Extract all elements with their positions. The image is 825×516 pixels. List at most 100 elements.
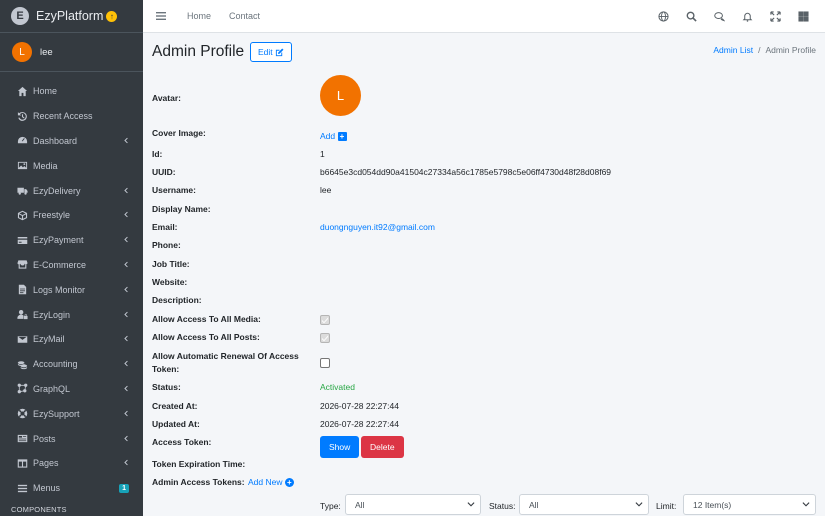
sidebar-item-menus[interactable]: Menus 1 [0, 476, 143, 501]
sidebar-item-ezymail[interactable]: EzyMail [0, 327, 143, 352]
sidebar-item-recent-access[interactable]: Recent Access [0, 104, 143, 129]
allow-media-checkbox[interactable] [320, 315, 330, 325]
sidebar-item-media[interactable]: Media [0, 153, 143, 178]
chevron-left-icon [122, 434, 129, 444]
fullscreen-icon[interactable] [761, 0, 789, 33]
sidebar-item-ezydelivery[interactable]: EzyDelivery [0, 178, 143, 203]
sidebar-item-label: Home [33, 86, 58, 97]
sidebar-item-pages[interactable]: Pages [0, 451, 143, 476]
sidebar-item-label: Pages [33, 458, 59, 469]
limit-filter-select[interactable]: 12 Item(s) [683, 494, 816, 515]
limit-filter-value: 12 Item(s) [693, 499, 732, 510]
truck-icon [16, 185, 28, 197]
phone-label: Phone: [152, 240, 181, 250]
sidebar-item-freestyle[interactable]: Freestyle [0, 203, 143, 228]
id-value: 1 [320, 149, 325, 159]
support-icon [16, 408, 28, 420]
sidebar: E EzyPlatform ↑ L lee Home Recent Access D… [0, 0, 143, 516]
sidebar-item-label: Posts [33, 433, 56, 444]
top-link-contact[interactable]: Contact [229, 11, 260, 21]
search-icon[interactable] [677, 0, 705, 33]
sidebar-nav: Home Recent Access Dashboard Media EzyDelive… [0, 72, 143, 501]
grid-icon[interactable] [789, 0, 817, 33]
check-icon [322, 317, 328, 324]
sidebar-item-logs-monitor[interactable]: Logs Monitor [0, 277, 143, 302]
display-name-label: Display Name: [152, 204, 211, 214]
menu-icon [16, 482, 28, 494]
chevron-left-icon [122, 186, 129, 196]
sidebar-item-ezysupport[interactable]: EzySupport [0, 401, 143, 426]
page-title: Admin Profile [152, 43, 245, 60]
brand[interactable]: E EzyPlatform ↑ [0, 0, 143, 33]
sidebar-item-accounting[interactable]: Accounting [0, 352, 143, 377]
brand-logo-icon: E [11, 7, 29, 25]
auto-renewal-label-line1: Allow Automatic Renewal Of Access [152, 351, 299, 361]
username-value: lee [320, 185, 332, 195]
image-icon [16, 160, 28, 172]
breadcrumb-current: Admin Profile [765, 45, 816, 55]
allow-media-label: Allow Access To All Media: [152, 314, 261, 324]
type-filter-value: All [355, 499, 365, 510]
limit-filter-label: Limit: [656, 501, 677, 511]
email-value[interactable]: duongnguyen.it92@gmail.com [320, 221, 435, 234]
pages-icon [16, 457, 28, 469]
globe-icon[interactable] [649, 0, 677, 33]
edit-button[interactable]: Edit [250, 42, 292, 62]
sidebar-header-components: COMPONENTS [11, 504, 67, 514]
status-label: Status: [152, 382, 181, 392]
show-token-button[interactable]: Show [320, 436, 360, 458]
sidebar-item-label: Media [33, 160, 58, 171]
status-filter-value: All [529, 499, 539, 510]
auto-renewal-checkbox[interactable] [320, 358, 330, 368]
user-name: lee [40, 46, 53, 58]
created-at-value: 2026-07-28 22:27:44 [320, 401, 399, 411]
sidebar-item-label: E-Commerce [33, 259, 87, 270]
top-link-home[interactable]: Home [187, 11, 211, 21]
type-filter-select[interactable]: All [345, 494, 481, 515]
messages-icon[interactable] [705, 0, 733, 33]
profile-avatar[interactable]: L [320, 75, 361, 116]
delete-token-button[interactable]: Delete [361, 436, 404, 458]
job-title-label: Job Title: [152, 259, 190, 269]
user-panel[interactable]: L lee [0, 33, 143, 72]
user-avatar: L [12, 42, 32, 62]
chevron-left-icon [122, 210, 129, 220]
brand-name: EzyPlatform [36, 9, 104, 23]
status-filter-select[interactable]: All [519, 494, 649, 515]
cover-image-label: Cover Image: [152, 128, 206, 138]
chevron-down-icon [802, 501, 810, 509]
chevron-left-icon [122, 260, 129, 270]
sidebar-item-posts[interactable]: Posts [0, 426, 143, 451]
shop-icon [16, 259, 28, 271]
chevron-down-icon [467, 501, 475, 509]
sidebar-item-label: Accounting [33, 359, 78, 370]
sidebar-item-ezypayment[interactable]: EzyPayment [0, 228, 143, 253]
cube-icon [16, 209, 28, 221]
file-icon [16, 284, 28, 296]
sidebar-item-ezylogin[interactable]: EzyLogin [0, 302, 143, 327]
allow-posts-checkbox[interactable] [320, 333, 330, 343]
cover-image-add[interactable]: Add + [320, 130, 347, 143]
menus-count-badge: 1 [119, 483, 129, 493]
sidebar-item-e-commerce[interactable]: E-Commerce [0, 253, 143, 278]
chevron-left-icon [122, 458, 129, 468]
add-new-token-link[interactable]: Add New + [248, 476, 294, 489]
sidebar-item-graphql[interactable]: GraphQL [0, 377, 143, 402]
created-at-label: Created At: [152, 401, 198, 411]
sidebar-item-label: Logs Monitor [33, 284, 86, 295]
breadcrumb-admin-list[interactable]: Admin List [713, 45, 753, 55]
bell-icon[interactable] [733, 0, 761, 33]
type-filter-label: Type: [320, 501, 341, 511]
allow-posts-label: Allow Access To All Posts: [152, 332, 260, 342]
sidebar-item-dashboard[interactable]: Dashboard [0, 129, 143, 154]
sidebar-item-home[interactable]: Home [0, 79, 143, 104]
graph-icon [16, 383, 28, 395]
edit-button-label: Edit [258, 47, 273, 57]
main-content: Admin Profile Edit Admin List / Admin Prof… [143, 33, 825, 516]
access-token-label: Access Token: [152, 437, 212, 447]
description-label: Description: [152, 295, 202, 305]
uuid-value: b6645e3cd054dd90a41504c27334a56c1785e579… [320, 167, 612, 177]
website-label: Website: [152, 277, 188, 287]
top-navbar: Home Contact [143, 0, 825, 33]
hamburger-menu-icon[interactable] [155, 10, 167, 22]
